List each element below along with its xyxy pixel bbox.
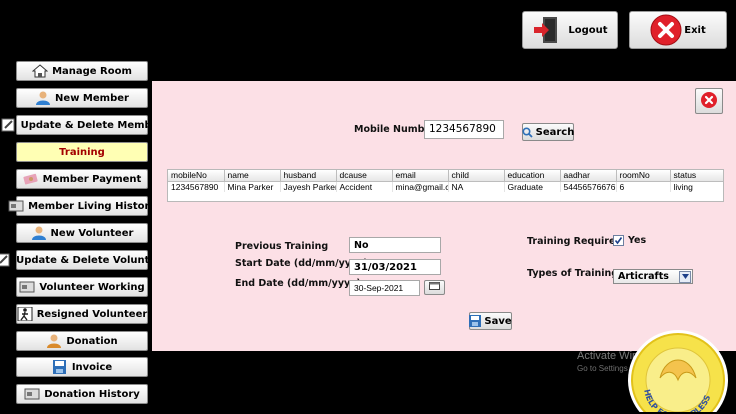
- home-icon: [32, 64, 49, 78]
- sidebar-item-donation-history[interactable]: Donation History: [16, 384, 148, 404]
- checkbox-checked-icon: [613, 235, 624, 246]
- mobile-number-input[interactable]: 1234567890: [424, 120, 504, 139]
- exit-button[interactable]: Exit: [629, 11, 727, 49]
- sidebar-item-label: Update & Delete Member: [20, 119, 164, 131]
- sidebar-item-label: Update & Delete Volunteer: [16, 254, 168, 266]
- column-header[interactable]: aadhar: [560, 170, 617, 182]
- members-table[interactable]: mobileNo name husband dcause email child…: [167, 169, 724, 202]
- sidebar-item-invoice[interactable]: Invoice: [16, 357, 148, 377]
- save-label: Save: [484, 315, 512, 327]
- table-cell: mina@gmail.c...: [392, 181, 449, 192]
- save-button[interactable]: Save: [469, 312, 512, 330]
- sidebar-item-resigned-volunteer[interactable]: Resigned Volunteer: [16, 304, 148, 324]
- sidebar-item-label: Donation: [66, 335, 118, 347]
- sidebar-item-label: Volunteer Working: [39, 281, 145, 293]
- exit-label: Exit: [684, 24, 706, 36]
- history-icon: [19, 280, 35, 294]
- exit-person-icon: [17, 307, 33, 321]
- column-header[interactable]: name: [224, 170, 281, 182]
- history-icon: [8, 199, 24, 213]
- payment-icon: [23, 172, 39, 186]
- table-cell: Accident: [336, 181, 393, 192]
- sidebar-item-donation[interactable]: Donation: [16, 331, 148, 351]
- close-panel-button[interactable]: [695, 88, 723, 114]
- end-date-label: End Date (dd/mm/yyyy): [235, 278, 361, 289]
- logout-button[interactable]: Logout: [522, 11, 618, 49]
- table-cell: living: [670, 181, 723, 192]
- sidebar-item-new-volunteer[interactable]: New Volunteer: [16, 223, 148, 243]
- person-icon: [35, 91, 51, 105]
- search-icon: [522, 126, 533, 138]
- sidebar-item-label: Manage Room: [52, 65, 132, 77]
- table-row[interactable]: 1234567890 Mina Parker Jayesh Parker Acc…: [168, 181, 723, 192]
- sidebar-item-label: Resigned Volunteer: [36, 308, 148, 320]
- training-required-label: Training Required: [527, 236, 623, 247]
- sidebar-item-label: Member Living History: [28, 200, 156, 212]
- sidebar-item-training[interactable]: Training: [16, 142, 148, 162]
- table-cell: 6: [616, 181, 671, 192]
- training-required-checkbox[interactable]: Yes: [613, 235, 646, 246]
- edit-icon: [1, 118, 17, 132]
- close-circle-icon: [650, 14, 682, 46]
- column-header[interactable]: email: [392, 170, 449, 182]
- sidebar-item-volunteer-working[interactable]: Volunteer Working: [16, 277, 148, 297]
- sidebar-item-label: New Member: [55, 92, 129, 104]
- previous-training-label: Previous Training: [235, 241, 329, 252]
- sidebar-item-label: New Volunteer: [50, 227, 134, 239]
- end-date-field[interactable]: 30-Sep-2021: [349, 280, 420, 296]
- start-date-field[interactable]: 31/03/2021: [349, 259, 441, 275]
- logout-icon: [532, 15, 562, 45]
- column-header[interactable]: husband: [280, 170, 337, 182]
- table-cell: Graduate: [504, 181, 561, 192]
- table-cell: 1234567890: [168, 181, 225, 192]
- history-icon: [24, 387, 40, 401]
- table-cell: Mina Parker: [224, 181, 281, 192]
- training-panel: Mobile Number 1234567890 Search mobileNo…: [152, 81, 736, 351]
- sidebar-item-label: Invoice: [71, 361, 113, 373]
- sidebar-item-update-delete-volunteer[interactable]: Update & Delete Volunteer: [0, 250, 168, 270]
- sidebar-item-label: Training: [59, 146, 105, 158]
- person-icon: [31, 226, 47, 240]
- column-header[interactable]: mobileNo: [168, 170, 225, 182]
- sidebar-item-member-payment[interactable]: Member Payment: [16, 169, 148, 189]
- column-header[interactable]: education: [504, 170, 561, 182]
- sidebar-item-manage-room[interactable]: Manage Room: [16, 61, 148, 81]
- selected-value: Articrafts: [618, 271, 669, 282]
- table-cell: NA: [448, 181, 505, 192]
- sidebar-item-member-living-history[interactable]: Member Living History: [8, 196, 156, 216]
- column-header[interactable]: status: [670, 170, 723, 182]
- table-cell: Jayesh Parker: [280, 181, 337, 192]
- calendar-icon: [429, 282, 440, 293]
- previous-training-field[interactable]: No: [349, 237, 441, 253]
- save-icon: [469, 315, 482, 327]
- date-picker-button[interactable]: [424, 280, 445, 295]
- table-cell: 544565766767: [560, 181, 617, 192]
- column-header[interactable]: child: [448, 170, 505, 182]
- chevron-down-icon: [679, 270, 691, 283]
- logout-label: Logout: [568, 24, 608, 36]
- table-header-row: mobileNo name husband dcause email child…: [168, 170, 723, 182]
- person-icon: [46, 334, 62, 348]
- yes-option-label: Yes: [628, 235, 647, 246]
- column-header[interactable]: roomNo: [616, 170, 671, 182]
- edit-icon: [0, 253, 12, 267]
- types-of-training-label: Types of Training: [527, 268, 619, 279]
- help-for-helpless-logo: HELP FOR HELPLESS: [622, 324, 732, 412]
- start-date-label: Start Date (dd/mm/yyyy): [235, 258, 368, 269]
- sidebar-item-label: Member Payment: [42, 173, 142, 185]
- search-label: Search: [535, 126, 575, 138]
- types-of-training-select[interactable]: Articrafts: [613, 269, 693, 284]
- column-header[interactable]: dcause: [336, 170, 393, 182]
- save-icon: [52, 360, 68, 374]
- sidebar-item-label: Donation History: [44, 388, 140, 400]
- sidebar-item-update-delete-member[interactable]: Update & Delete Member: [1, 115, 163, 135]
- sidebar-item-new-member[interactable]: New Member: [16, 88, 148, 108]
- close-icon: [700, 91, 718, 112]
- search-button[interactable]: Search: [522, 123, 574, 141]
